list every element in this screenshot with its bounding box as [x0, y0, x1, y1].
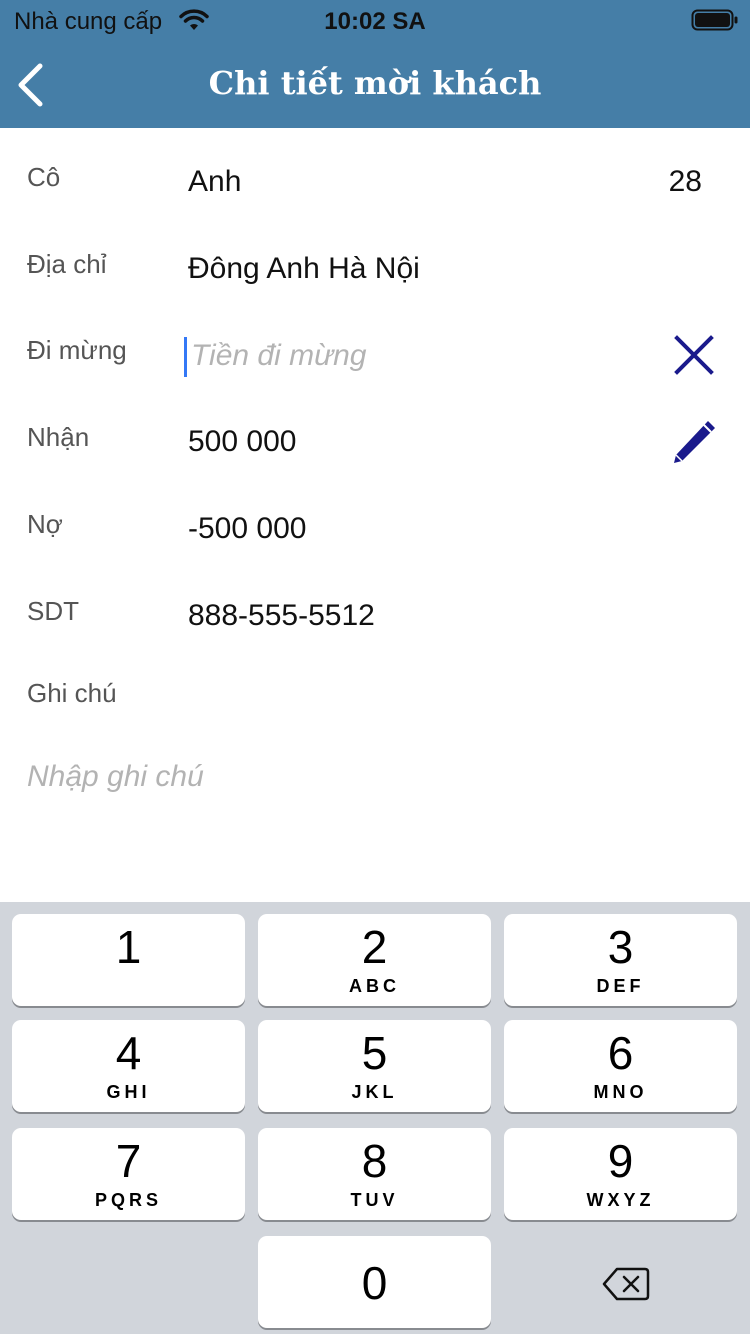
key-digit: 0: [361, 1257, 388, 1309]
battery-icon: [691, 9, 738, 31]
gift-row: Đi mừng Tiền đi mừng: [0, 323, 750, 383]
key-letters: GHI: [106, 1082, 151, 1102]
key-digit: 5: [361, 1027, 388, 1079]
gift-amount-placeholder: Tiền đi mừng: [191, 339, 367, 372]
key-2[interactable]: 2 ABC: [258, 914, 491, 1006]
key-1[interactable]: 1: [12, 914, 245, 1006]
phone-value[interactable]: 888-555-5512: [188, 599, 375, 633]
address-value[interactable]: Đông Anh Hà Nội: [188, 252, 420, 286]
backspace-icon: [602, 1267, 650, 1301]
phone-label: SDT: [27, 596, 79, 626]
key-8[interactable]: 8 TUV: [258, 1128, 491, 1220]
received-row: Nhận 500 000: [0, 410, 750, 470]
key-letters: WXYZ: [586, 1190, 655, 1210]
key-digit: 2: [361, 921, 388, 973]
key-3[interactable]: 3 DEF: [504, 914, 737, 1006]
debt-value: -500 000: [188, 512, 307, 545]
close-icon[interactable]: [673, 334, 715, 376]
key-digit: 9: [607, 1135, 634, 1187]
key-7[interactable]: 7 PQRS: [12, 1128, 245, 1220]
key-4[interactable]: 4 GHI: [12, 1020, 245, 1112]
status-time: 10:02 SA: [324, 8, 426, 35]
note-placeholder: Nhập ghi chú: [27, 760, 204, 793]
text-caret: [184, 337, 187, 377]
debt-label: Nợ: [27, 509, 63, 539]
key-letters: ABC: [349, 976, 400, 996]
phone-row: SDT 888-555-5512: [0, 584, 750, 644]
key-5[interactable]: 5 JKL: [258, 1020, 491, 1112]
address-label: Địa chỉ: [27, 249, 107, 279]
guest-age[interactable]: 28: [669, 165, 702, 199]
numeric-keypad: 1 2 ABC 3 DEF 4 GHI 5 JKL 6 MNO 7 PQRS 8: [0, 902, 750, 1334]
key-0[interactable]: 0: [258, 1236, 491, 1328]
header: Nhà cung cấp 10:02 SA Chi tiết mời khách: [0, 0, 750, 128]
key-letters: PQRS: [94, 1190, 162, 1210]
key-9[interactable]: 9 WXYZ: [504, 1128, 737, 1220]
guest-detail-screen: Nhà cung cấp 10:02 SA Chi tiết mời khách…: [0, 0, 750, 1334]
gift-label: Đi mừng: [27, 335, 127, 365]
key-digit: 3: [607, 921, 634, 973]
note-input[interactable]: Nhập ghi chú: [27, 760, 717, 800]
page-title: Chi tiết mời khách: [208, 64, 542, 102]
key-digit: 8: [361, 1135, 388, 1187]
address-row: Địa chỉ Đông Anh Hà Nội: [0, 237, 750, 297]
guest-title-label: Cô: [27, 162, 61, 192]
gift-amount-input[interactable]: Tiền đi mừng: [184, 323, 654, 383]
key-digit: 1: [115, 921, 142, 973]
key-digit: 4: [115, 1027, 142, 1079]
received-label: Nhận: [27, 422, 90, 452]
key-letters: DEF: [596, 976, 645, 996]
key-digit: 6: [607, 1027, 634, 1079]
debt-row: Nợ -500 000: [0, 497, 750, 557]
received-value[interactable]: 500 000: [188, 425, 296, 459]
pencil-icon[interactable]: [668, 416, 720, 468]
key-6[interactable]: 6 MNO: [504, 1020, 737, 1112]
guest-name[interactable]: Anh: [188, 165, 241, 199]
key-digit: 7: [115, 1135, 142, 1187]
key-letters: TUV: [350, 1190, 399, 1210]
delete-key[interactable]: [504, 1238, 737, 1330]
status-bar: Nhà cung cấp 10:02 SA: [0, 0, 750, 40]
note-label: Ghi chú: [27, 678, 117, 708]
guest-row: Cô Anh 28: [0, 150, 750, 210]
key-letters: JKL: [351, 1082, 398, 1102]
key-letters: MNO: [593, 1082, 648, 1102]
